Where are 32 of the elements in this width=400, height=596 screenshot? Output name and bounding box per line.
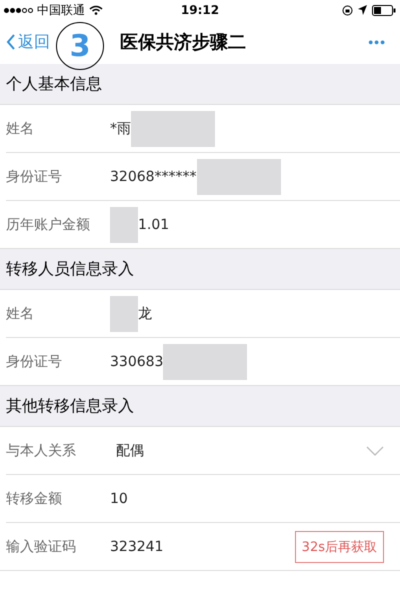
section-header: 其他转移信息录入 [0,386,400,427]
field-label: 姓名 [6,304,35,322]
signal-icon [4,8,33,12]
field-label: 身份证号 [6,168,63,186]
section-header: 转移人员信息录入 [0,249,400,290]
field-value: 1.01 [138,216,170,232]
field-value: 330683 [110,354,164,370]
field-label: 转移金额 [6,490,63,508]
field-value: 龙 [138,304,152,322]
field-label: 输入验证码 [6,538,77,556]
rotation-lock-icon [342,4,353,16]
carrier-name: 中国联通 [37,2,85,18]
location-icon [358,5,367,15]
battery-icon [372,4,396,16]
field-label: 姓名 [6,120,35,138]
field-value[interactable]: 323241 [110,538,164,554]
field-value[interactable]: 配偶 [116,442,144,460]
field-value: 32068****** [110,168,197,184]
resend-code-button[interactable]: 32s后再获取 [294,530,384,562]
field-label: 与本人关系 [6,442,77,460]
field-label: 身份证号 [6,352,63,370]
back-icon [6,34,16,50]
section-header: 个人基本信息 [0,64,400,105]
wifi-icon [89,5,103,15]
field-value: *雨 [110,120,131,138]
field-value: 10 [110,490,128,506]
back-button[interactable]: 返回 [6,32,50,52]
field-label: 历年账户金额 [6,216,91,234]
chevron-down-icon[interactable] [366,446,384,456]
status-time: 19:12 [180,3,220,17]
more-button[interactable]: ••• [360,34,394,50]
page-title: 医保共济步骤二 [120,31,246,54]
